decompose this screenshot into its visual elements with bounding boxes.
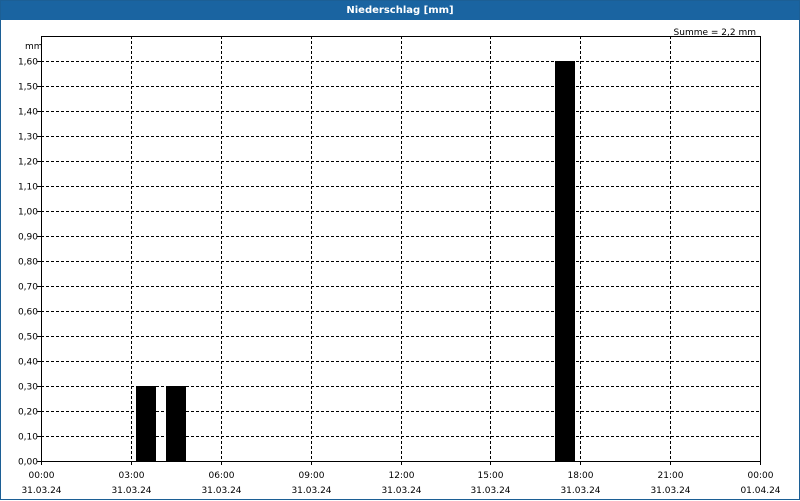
precipitation-bar xyxy=(555,61,575,461)
x-tick-date-label: 31.03.24 xyxy=(201,486,241,496)
y-tick-label: 1,30 xyxy=(18,133,38,143)
y-tick-label: 0,20 xyxy=(18,408,38,418)
axes: 0,00 0,10 0,20 0,30 0,40 0,50 0,60 0,70 0,80 0,90… xyxy=(18,36,781,496)
x-tick-date-label: 31.03.24 xyxy=(21,486,61,496)
precipitation-bar xyxy=(166,386,186,461)
x-tick-time-label: 18:00 xyxy=(568,471,594,481)
y-tick-label: 0,10 xyxy=(18,433,38,443)
x-tick-time-label: 21:00 xyxy=(658,471,684,481)
x-tick-time-label: 00:00 xyxy=(748,471,774,481)
x-tick-time-label: 00:00 xyxy=(29,471,55,481)
chart-window: Niederschlag [mm] 0,00 0,10 0,20 0,30 0,40 0,… xyxy=(0,0,800,500)
y-tick-label: 1,60 xyxy=(18,58,38,68)
y-tick-label: 0,30 xyxy=(18,383,38,393)
x-tick-date-label: 31.03.24 xyxy=(381,486,421,496)
y-tick-label: 0,00 xyxy=(18,458,38,468)
y-tick-label: 0,70 xyxy=(18,283,38,293)
chart-svg: 0,00 0,10 0,20 0,30 0,40 0,50 0,60 0,70 0,80 0,90… xyxy=(18,28,781,496)
y-tick-label: 1,20 xyxy=(18,158,38,168)
y-tick-label: 0,80 xyxy=(18,258,38,268)
y-tick-label: 1,00 xyxy=(18,208,38,218)
x-tick-date-label: 31.03.24 xyxy=(560,486,600,496)
x-tick-date-label: 31.03.24 xyxy=(650,486,690,496)
y-tick-label: 0,40 xyxy=(18,358,38,368)
y-tick-label: 0,50 xyxy=(18,333,38,343)
x-tick-time-label: 06:00 xyxy=(209,471,235,481)
y-tick-label: 1,40 xyxy=(18,108,38,118)
x-tick-time-label: 09:00 xyxy=(299,471,325,481)
sum-annotation: Summe = 2,2 mm xyxy=(674,28,756,38)
x-tick-date-label: 31.03.24 xyxy=(470,486,510,496)
precipitation-bar xyxy=(136,386,156,461)
x-tick-date-label: 31.03.24 xyxy=(291,486,331,496)
x-tick-time-label: 15:00 xyxy=(478,471,504,481)
y-tick-label: 1,50 xyxy=(18,83,38,93)
y-axis-unit-label: mm xyxy=(25,42,43,52)
x-tick-time-label: 12:00 xyxy=(389,471,415,481)
x-tick-time-label: 03:00 xyxy=(119,471,145,481)
y-tick-label: 0,60 xyxy=(18,308,38,318)
x-tick-date-label: 01.04.24 xyxy=(740,486,780,496)
y-tick-label: 1,10 xyxy=(18,183,38,193)
y-tick-label: 0,90 xyxy=(18,233,38,243)
x-tick-date-label: 31.03.24 xyxy=(111,486,151,496)
